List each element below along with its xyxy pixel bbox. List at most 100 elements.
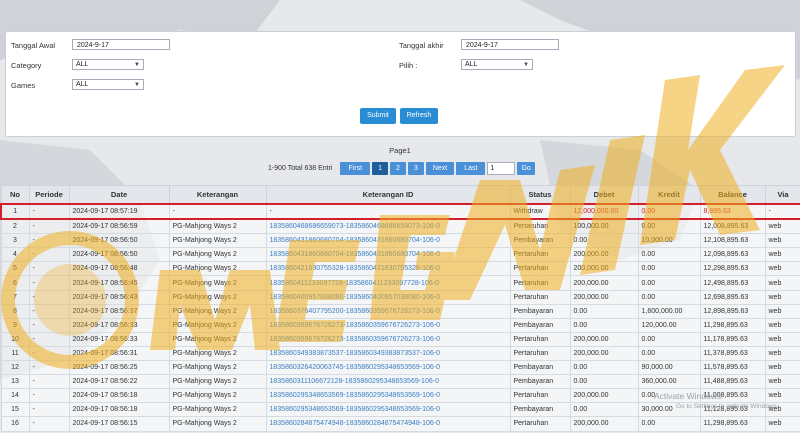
- cell-balance: 12,498,895.63: [699, 275, 766, 291]
- col-balance[interactable]: Balance: [699, 185, 766, 205]
- cell-periode: -: [28, 218, 70, 235]
- pagination-info: 1-900 Total 638 Entri: [268, 165, 333, 172]
- cell-keterangan-id[interactable]: 1835860468686659073-1835860468686659073-…: [265, 218, 511, 235]
- page-1-button[interactable]: 1: [372, 162, 388, 175]
- cell-periode: -: [28, 402, 70, 418]
- cell-periode: -: [28, 317, 70, 333]
- cell-keterangan: PG-Mahjong Ways 2: [168, 233, 267, 249]
- col-keterangan[interactable]: Keterangan: [168, 185, 267, 205]
- cell-periode: -: [28, 261, 70, 277]
- cell-periode: -: [28, 360, 70, 376]
- submit-button[interactable]: Submit: [360, 108, 396, 124]
- cell-keterangan-id[interactable]: 1835860349383873537-1835860349383873537-…: [265, 345, 511, 362]
- cell-balance: 11,488,895.63: [699, 374, 766, 390]
- go-button[interactable]: Go: [517, 162, 535, 175]
- cell-balance: 11,298,895.63: [699, 416, 766, 432]
- category-select-value: ALL: [76, 61, 89, 68]
- cell-status: Pembayaran: [509, 317, 571, 333]
- cell-keterangan: PG-Mahjong Ways 2: [168, 261, 267, 277]
- cell-keterangan-id[interactable]: 1835860326420063745-1835860295348653569-…: [265, 360, 511, 376]
- filter-panel: Tanggal Awal 2024-9-17 Tanggal akhir 202…: [5, 31, 796, 137]
- col-via[interactable]: Via: [764, 185, 800, 205]
- cell-no: 12: [0, 360, 30, 376]
- cell-balance: 12,298,895.63: [699, 261, 766, 277]
- cell-no: 3: [0, 233, 30, 249]
- cell-keterangan: PG-Mahjong Ways 2: [168, 416, 267, 432]
- cell-keterangan: PG-Mahjong Ways 2: [168, 402, 267, 418]
- cell-balance: 12,898,895.63: [699, 303, 766, 319]
- col-no[interactable]: No: [0, 185, 30, 205]
- cell-status: Pertaruhan: [509, 416, 571, 432]
- cell-date: 2024-09-17 08:56:33: [68, 317, 170, 333]
- cell-keterangan: PG-Mahjong Ways 2: [168, 275, 267, 291]
- col-periode[interactable]: Periode: [28, 185, 70, 205]
- col-kredit[interactable]: Kredit: [637, 185, 701, 205]
- cell-no: 9: [0, 317, 30, 333]
- col-status[interactable]: Status: [509, 185, 571, 205]
- cell-keterangan-id[interactable]: 1835860400957038080-1835860400957038080-…: [265, 289, 511, 305]
- col-debet[interactable]: Debet: [569, 185, 639, 205]
- cell-via: web: [764, 416, 800, 432]
- cell-debet: 200,000.00: [569, 331, 639, 347]
- cell-balance: 11,298,895.63: [699, 317, 766, 333]
- table-header-row: No Periode Date Keterangan Keterangan ID…: [0, 185, 800, 205]
- cell-no: 7: [0, 289, 30, 305]
- cell-kredit: 0.00: [637, 261, 701, 277]
- cell-keterangan-id[interactable]: 1835860311106672128-1835860295348653569-…: [265, 374, 511, 390]
- cell-status: Pembayaran: [509, 233, 571, 249]
- cell-keterangan: PG-Mahjong Ways 2: [168, 317, 267, 333]
- cell-keterangan-id[interactable]: 1835860376407795200-1835860359676726273-…: [265, 303, 511, 319]
- cell-debet: 0.00: [569, 303, 639, 319]
- cell-kredit: 0.00: [637, 289, 701, 305]
- cell-debet: 200,000.00: [569, 388, 639, 404]
- tanggal-akhir-input[interactable]: 2024-9-17: [461, 39, 559, 50]
- cell-keterangan: PG-Mahjong Ways 2: [168, 345, 267, 362]
- cell-kredit: 90,000.00: [637, 360, 701, 376]
- cell-keterangan-id[interactable]: 1835860295348653569-1835860295348653569-…: [265, 402, 511, 418]
- games-select[interactable]: ALL ▼: [72, 79, 144, 90]
- cell-keterangan-id[interactable]: 1835860359676726273-1835860359676726273-…: [265, 331, 511, 347]
- col-keterangan-id[interactable]: Keterangan ID: [265, 185, 511, 205]
- cell-keterangan-id[interactable]: 1835860284875474948-1835860284875474948-…: [265, 416, 511, 432]
- category-label: Category: [11, 61, 42, 70]
- cell-keterangan-id[interactable]: 1835860431860680704-1835860431860680704-…: [265, 247, 511, 263]
- cell-balance: 12,108,895.63: [699, 233, 766, 249]
- cell-status: Pembayaran: [509, 374, 571, 390]
- cell-keterangan: PG-Mahjong Ways 2: [168, 218, 267, 235]
- page-title: Page1: [389, 146, 411, 155]
- cell-keterangan-id[interactable]: 1835860359676726273-1835860359676726273-…: [265, 317, 511, 333]
- cell-date: 2024-09-17 08:56:22: [68, 374, 170, 390]
- tanggal-awal-input[interactable]: 2024-9-17: [72, 39, 170, 50]
- cell-keterangan-id[interactable]: 1835860431860680704-1835860431860680704-…: [265, 233, 511, 249]
- cell-keterangan: PG-Mahjong Ways 2: [168, 289, 267, 305]
- cell-debet: 200,000.00: [569, 247, 639, 263]
- cell-keterangan-id[interactable]: 1835860295348653569-1835860295348653569-…: [265, 388, 511, 404]
- pilih-label: Pilih :: [399, 61, 418, 70]
- first-page-button[interactable]: First: [340, 162, 371, 175]
- category-select[interactable]: ALL ▼: [72, 59, 144, 70]
- cell-via: web: [764, 345, 800, 362]
- table-row: 5-2024-09-17 08:56:48 PG-Mahjong Ways 2 18…: [0, 261, 800, 277]
- cell-keterangan: PG-Mahjong Ways 2: [168, 331, 267, 347]
- col-date[interactable]: Date: [68, 185, 170, 205]
- table-row: 6-2024-09-17 08:56:45 PG-Mahjong Ways 2 18…: [0, 275, 800, 291]
- page-number-input[interactable]: 1: [487, 162, 516, 175]
- cell-keterangan-id[interactable]: 1835860421630755328-1835860421630755328-…: [265, 261, 511, 277]
- table-row: 16-2024-09-17 08:56:15 PG-Mahjong Ways 21…: [0, 416, 800, 432]
- next-page-button[interactable]: Next: [425, 162, 455, 175]
- cell-keterangan-id[interactable]: 1835860411233097728-1835860411233097728-…: [265, 275, 511, 291]
- cell-balance: 12,008,895.63: [699, 218, 766, 235]
- table-row: 11-2024-09-17 08:56:31 PG-Mahjong Ways 21…: [0, 345, 800, 362]
- last-page-button[interactable]: Last: [456, 162, 486, 175]
- cell-date: 2024-09-17 08:56:48: [68, 261, 170, 277]
- cell-status: Pertaruhan: [509, 289, 571, 305]
- cell-debet: 200,000.00: [569, 275, 639, 291]
- cell-date: 2024-09-17 08:56:15: [68, 416, 170, 432]
- cell-periode: -: [28, 303, 70, 319]
- cell-no: 16: [0, 416, 30, 432]
- page-2-button[interactable]: 2: [390, 162, 406, 175]
- refresh-button[interactable]: Refresh: [400, 108, 438, 124]
- pilih-select[interactable]: ALL ▼: [461, 59, 533, 70]
- page-3-button[interactable]: 3: [407, 162, 424, 175]
- cell-no: 11: [0, 345, 30, 362]
